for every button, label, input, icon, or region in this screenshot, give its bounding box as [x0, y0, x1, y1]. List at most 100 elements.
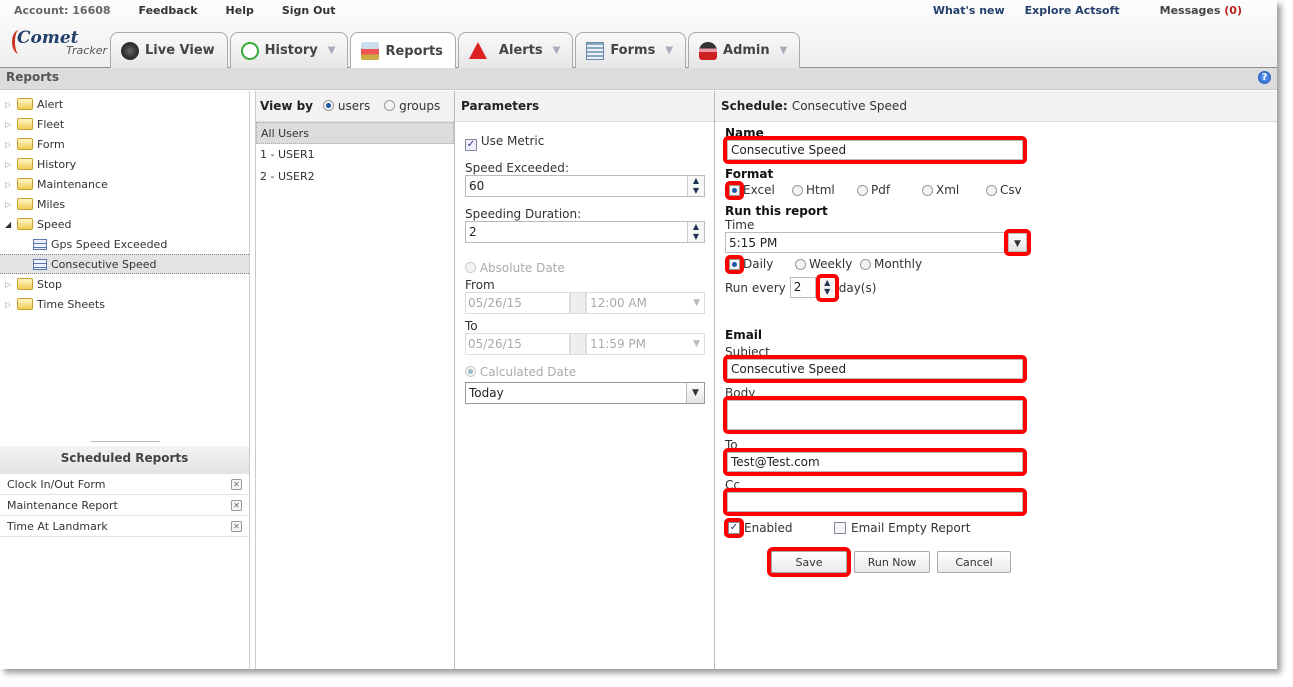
- format-radio-html[interactable]: [792, 184, 803, 196]
- history-icon: [240, 41, 259, 60]
- expand-icon[interactable]: ▷: [5, 140, 15, 149]
- whats-new-link[interactable]: What's new: [933, 4, 1005, 17]
- calendar-icon[interactable]: [570, 333, 586, 355]
- messages-link[interactable]: Messages (0): [1140, 4, 1242, 17]
- help-icon[interactable]: ?: [1258, 71, 1271, 84]
- user-item-all[interactable]: All Users: [256, 122, 454, 144]
- scheduled-report-item[interactable]: Maintenance Report ✕: [0, 495, 249, 516]
- calculated-date-option[interactable]: Calculated Date: [465, 365, 704, 379]
- tab-history[interactable]: History ▼: [229, 32, 349, 68]
- expand-icon[interactable]: ▷: [5, 120, 15, 129]
- to-date-input[interactable]: 05/26/15: [465, 333, 570, 355]
- format-csv[interactable]: Csv: [986, 183, 1022, 197]
- expand-icon[interactable]: ▷: [5, 160, 15, 169]
- dropdown-arrow-icon[interactable]: ▼: [328, 45, 336, 56]
- expand-icon[interactable]: ▷: [5, 280, 15, 289]
- remove-icon[interactable]: ✕: [231, 499, 242, 511]
- tree-item-gps-speed-exceeded[interactable]: Gps Speed Exceeded: [0, 234, 249, 254]
- frequency-radio-weekly[interactable]: [795, 258, 806, 270]
- chevron-down-icon[interactable]: ▼: [1004, 229, 1031, 256]
- frequency-monthly[interactable]: Monthly: [860, 257, 922, 271]
- tab-forms[interactable]: Forms ▼: [575, 32, 687, 68]
- format-radio-excel[interactable]: [725, 180, 744, 200]
- tree-folder-form[interactable]: ▷ Form: [0, 134, 249, 154]
- format-radio-xml[interactable]: [922, 184, 933, 196]
- scheduled-report-item[interactable]: Time At Landmark ✕: [0, 516, 249, 537]
- radio-groups[interactable]: [384, 100, 396, 111]
- speeding-duration-input[interactable]: 2 ▲ ▼: [465, 221, 705, 243]
- view-by-groups-option[interactable]: groups: [384, 99, 440, 113]
- user-item[interactable]: 2 - USER2: [256, 166, 454, 188]
- scheduled-report-item[interactable]: Clock In/Out Form ✕: [0, 474, 249, 495]
- expand-icon[interactable]: ▷: [5, 180, 15, 189]
- frequency-daily[interactable]: Daily: [725, 254, 795, 274]
- to-input[interactable]: Test@Test.com: [723, 448, 1027, 476]
- help-link[interactable]: Help: [226, 4, 254, 17]
- tree-folder-stop[interactable]: ▷ Stop: [0, 274, 249, 294]
- speed-exceeded-input[interactable]: 60 ▲ ▼: [465, 175, 705, 197]
- body-textarea[interactable]: [723, 396, 1027, 434]
- tab-live-view[interactable]: Live View: [110, 32, 228, 68]
- spinner-arrows-icon[interactable]: ▲ ▼: [815, 273, 839, 302]
- run-every-input[interactable]: 2: [789, 277, 816, 298]
- tree-folder-time-sheets[interactable]: ▷ Time Sheets: [0, 294, 249, 314]
- spinner-arrows-icon[interactable]: ▲ ▼: [687, 222, 704, 242]
- use-metric-checkbox[interactable]: ✓: [465, 139, 477, 151]
- tab-reports[interactable]: Reports: [350, 32, 456, 69]
- format-excel[interactable]: Excel: [725, 180, 792, 200]
- tree-folder-miles[interactable]: ▷ Miles: [0, 194, 249, 214]
- tree-folder-fleet[interactable]: ▷ Fleet: [0, 114, 249, 134]
- tree-folder-maintenance[interactable]: ▷ Maintenance: [0, 174, 249, 194]
- calculated-date-select[interactable]: Today ▼: [465, 382, 705, 404]
- expand-icon[interactable]: ▷: [5, 200, 15, 209]
- feedback-link[interactable]: Feedback: [139, 4, 198, 17]
- tab-alerts[interactable]: Alerts ▼: [457, 32, 574, 68]
- speed-exceeded-value: 60: [469, 179, 485, 193]
- format-html[interactable]: Html: [792, 183, 857, 197]
- to-time-select[interactable]: 11:59 PM ▼: [586, 333, 705, 355]
- tab-admin[interactable]: Admin ▼: [688, 32, 801, 68]
- user-item[interactable]: 1 - USER1: [256, 144, 454, 166]
- expand-icon[interactable]: ▷: [5, 100, 15, 109]
- subject-input[interactable]: Consecutive Speed: [723, 355, 1027, 383]
- collapse-icon[interactable]: ◢: [5, 220, 15, 229]
- run-now-button[interactable]: Run Now: [854, 551, 930, 573]
- save-button[interactable]: Save: [767, 547, 851, 577]
- frequency-radio-daily[interactable]: [725, 254, 744, 274]
- tree-folder-alert[interactable]: ▷ Alert: [0, 94, 249, 114]
- name-input[interactable]: Consecutive Speed: [723, 136, 1027, 164]
- calculated-date-radio[interactable]: [465, 366, 476, 377]
- cancel-button[interactable]: Cancel: [937, 551, 1011, 573]
- radio-users[interactable]: [323, 100, 335, 111]
- frequency-weekly[interactable]: Weekly: [795, 257, 860, 271]
- cc-input[interactable]: [723, 488, 1027, 516]
- enabled-checkbox[interactable]: ✓: [724, 518, 744, 538]
- format-radio-pdf[interactable]: [857, 184, 868, 196]
- email-empty-report-checkbox[interactable]: [834, 522, 846, 534]
- absolute-date-radio[interactable]: [465, 262, 476, 273]
- frequency-radio-monthly[interactable]: [860, 258, 871, 270]
- spinner-arrows-icon[interactable]: ▲ ▼: [687, 176, 704, 196]
- format-radio-csv[interactable]: [986, 184, 997, 196]
- dropdown-arrow-icon[interactable]: ▼: [780, 45, 788, 56]
- time-select[interactable]: 5:15 PM ▼: [725, 229, 1031, 256]
- from-date-input[interactable]: 05/26/15: [465, 292, 570, 314]
- remove-icon[interactable]: ✕: [231, 520, 242, 532]
- chevron-down-icon[interactable]: ▼: [686, 383, 704, 403]
- calendar-icon[interactable]: [570, 292, 586, 314]
- tree-item-consecutive-speed[interactable]: Consecutive Speed: [0, 254, 249, 274]
- tree-folder-history[interactable]: ▷ History: [0, 154, 249, 174]
- use-metric-row[interactable]: ✓ Use Metric: [465, 134, 704, 151]
- tree-folder-speed[interactable]: ◢ Speed: [0, 214, 249, 234]
- dropdown-arrow-icon[interactable]: ▼: [553, 45, 561, 56]
- view-by-users-option[interactable]: users: [323, 99, 370, 113]
- absolute-date-option[interactable]: Absolute Date: [465, 261, 704, 275]
- format-pdf[interactable]: Pdf: [857, 183, 922, 197]
- explore-actsoft-link[interactable]: Explore Actsoft: [1025, 4, 1120, 17]
- format-xml[interactable]: Xml: [922, 183, 986, 197]
- dropdown-arrow-icon[interactable]: ▼: [665, 45, 673, 56]
- sign-out-link[interactable]: Sign Out: [282, 4, 336, 17]
- from-time-select[interactable]: 12:00 AM ▼: [586, 292, 705, 314]
- remove-icon[interactable]: ✕: [231, 478, 242, 490]
- expand-icon[interactable]: ▷: [5, 300, 15, 309]
